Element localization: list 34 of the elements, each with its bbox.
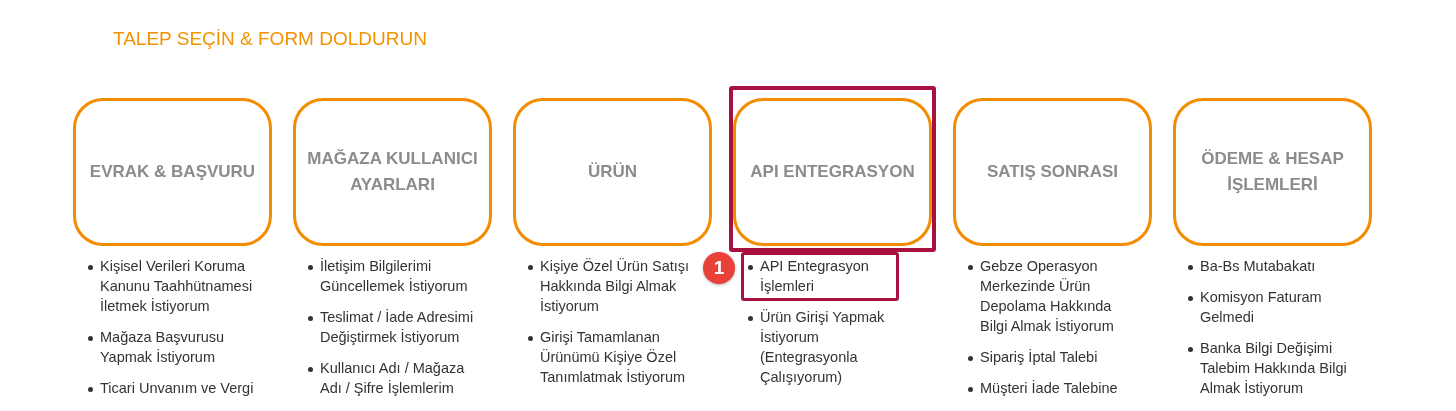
bullet-icon	[88, 265, 93, 270]
request-link[interactable]: Kişisel Verileri Koruma Kanunu Taahhütnamesi İletmek İstiyorum	[100, 256, 260, 316]
bullet-icon	[308, 367, 313, 372]
bullet-icon	[968, 265, 973, 270]
bullet-icon	[528, 336, 533, 341]
request-link[interactable]: Gebze Operasyon Merkezinde Ürün Depolama Hakkında Bilgi Almak İstiyorum	[980, 256, 1140, 336]
bullet-icon	[88, 387, 93, 392]
request-link[interactable]: Sipariş İptal Talebi	[980, 347, 1140, 367]
bullet-icon	[968, 356, 973, 361]
step-badge: 1	[703, 252, 735, 284]
bullet-icon	[748, 316, 753, 321]
bullet-icon	[968, 387, 973, 392]
request-link[interactable]: Mağaza Başvurusu Yapmak İstiyorum	[100, 327, 260, 367]
request-link[interactable]: Müşteri İade Talebine	[980, 378, 1140, 398]
bullet-icon	[88, 336, 93, 341]
request-link[interactable]: Girişi Tamamlanan Ürünümü Kişiye Özel Tanımlatmak İstiyorum	[540, 327, 700, 387]
request-link[interactable]: Kullanıcı Adı / Mağaza Adı / Şifre İşlemlerim	[320, 358, 480, 398]
request-link[interactable]: Kişiye Özel Ürün Satışı Hakkında Bilgi Almak İstiyorum	[540, 256, 700, 316]
bullet-icon	[748, 265, 753, 270]
request-link[interactable]: Ticari Unvanım ve Vergi	[100, 378, 260, 398]
request-link[interactable]: API Entegrasyon İşlemleri	[760, 256, 920, 296]
bullet-icon	[528, 265, 533, 270]
bullet-icon	[1188, 296, 1193, 301]
bullet-icon	[1188, 347, 1193, 352]
bullet-icon	[1188, 265, 1193, 270]
bullet-icon	[308, 265, 313, 270]
page-heading: TALEP SEÇİN & FORM DOLDURUN	[113, 28, 427, 50]
request-link[interactable]: Komisyon Faturam Gelmedi	[1200, 287, 1360, 327]
request-link[interactable]: Teslimat / İade Adresimi Değiştirmek İstiyorum	[320, 307, 480, 347]
bullet-icon	[308, 316, 313, 321]
request-link[interactable]: İletişim Bilgilerimi Güncellemek İstiyorum	[320, 256, 480, 296]
request-link[interactable]: Ürün Girişi Yapmak İstiyorum (Entegrasyonla Çalışıyorum)	[760, 307, 920, 387]
request-link[interactable]: Ba-Bs Mutabakatı	[1200, 256, 1360, 276]
request-link[interactable]: Banka Bilgi Değişimi Talebim Hakkında Bilgi Almak İstiyorum	[1200, 338, 1360, 398]
